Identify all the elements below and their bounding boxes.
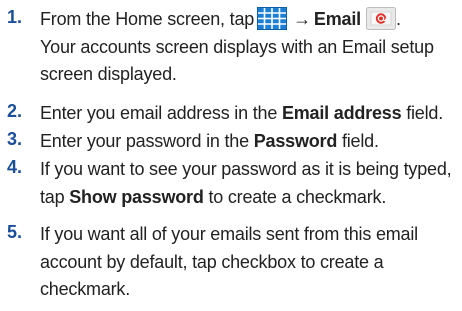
step-line: screen displayed.	[40, 64, 177, 84]
step-text: Enter your password in the Password fiel…	[40, 128, 460, 156]
instruction-page: 1. From the Home screen, tap → Email . Y…	[0, 0, 462, 311]
step-text: If you want all of your emails sent from…	[40, 221, 460, 304]
step-text-pre: Enter your password in the	[40, 131, 254, 151]
step-line: Enter you email address in the Email add…	[40, 100, 460, 128]
step-text-post: to create a checkmark.	[203, 186, 387, 207]
step-line: checkmark.	[40, 279, 131, 299]
apps-grid-icon	[257, 7, 288, 30]
email-app-icon	[365, 7, 396, 30]
step-line: Your accounts screen displays with an Em…	[40, 36, 434, 57]
step-text-post: .	[395, 9, 401, 29]
step-number: 1.	[7, 7, 23, 27]
step-line: From the Home screen, tap → Email .	[40, 6, 460, 34]
step-line: tap Show password to create a checkmark.	[40, 184, 460, 212]
step-text-pre: Enter you email address in the	[40, 103, 282, 123]
step-line: If you want all of your emails sent from…	[40, 224, 418, 244]
step-text-post: field.	[337, 131, 379, 151]
step-text: If you want to see your password as it i…	[40, 156, 460, 211]
step-text-post: field.	[401, 103, 444, 123]
step-line: Enter your password in the Password fiel…	[40, 128, 460, 156]
step-line: If you want to see your password as it i…	[40, 159, 452, 179]
password-label: Password	[253, 131, 338, 151]
step-text: Enter you email address in the Email add…	[40, 100, 460, 128]
step-number: 2.	[7, 101, 23, 121]
email-label: Email	[313, 9, 361, 29]
step-text-pre: tap	[40, 186, 70, 207]
step-text: From the Home screen, tap → Email . Your…	[40, 6, 460, 89]
show-password-label: Show password	[69, 186, 204, 207]
step-text-pre: From the Home screen, tap	[40, 9, 255, 29]
step-number: 4.	[7, 157, 23, 177]
step-number: 5.	[7, 222, 23, 242]
arrow-glyph: →	[293, 9, 311, 29]
step-number: 3.	[7, 129, 23, 149]
step-line: account by default, tap checkbox to crea…	[40, 251, 384, 272]
email-address-label: Email address	[281, 103, 402, 123]
